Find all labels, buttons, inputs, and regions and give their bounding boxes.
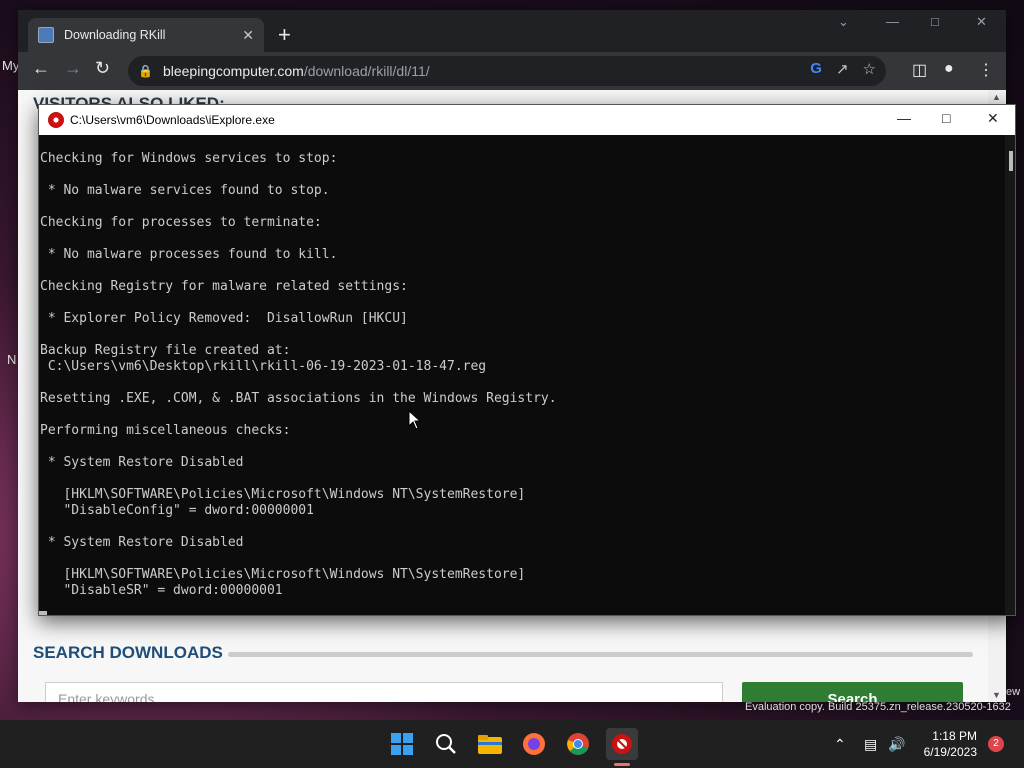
console-line: Resetting .EXE, .COM, & .BAT association…: [40, 391, 557, 406]
tray-chevron-up-icon[interactable]: ⌃: [834, 736, 846, 753]
bookmark-star-icon[interactable]: ☆: [863, 60, 876, 78]
search-icon[interactable]: [430, 728, 462, 760]
clock-time: 1:18 PM: [932, 729, 977, 743]
console-window: C:\Users\vm6\Downloads\iExplore.exe — □ …: [38, 104, 1016, 616]
console-line: Checking for processes to terminate:: [40, 215, 322, 230]
browser-toolbar: ← → ↻ 🔒 bleepingcomputer.com /download/r…: [18, 52, 1006, 90]
console-maximize-button[interactable]: □: [942, 110, 950, 126]
forward-arrow-icon[interactable]: →: [64, 58, 82, 79]
network-icon[interactable]: ▤: [864, 736, 877, 753]
close-button[interactable]: ✕: [976, 14, 987, 30]
file-explorer-icon[interactable]: [474, 728, 506, 760]
console-title: C:\Users\vm6\Downloads\iExplore.exe: [70, 113, 275, 127]
url-path: /download/rkill/dl/11/: [303, 63, 430, 79]
mouse-cursor-icon: [408, 410, 422, 430]
console-scrollbar[interactable]: [1005, 135, 1015, 615]
chrome-icon[interactable]: [562, 728, 594, 760]
console-line: * No malware processes found to kill.: [40, 247, 338, 262]
console-line: [HKLM\SOFTWARE\Policies\Microsoft\Window…: [40, 487, 526, 502]
lock-icon: 🔒: [138, 64, 153, 78]
evaluation-watermark: Evaluation copy. Build 25375.zn_release.…: [745, 701, 1011, 713]
tab-strip: Downloading RKill ✕ + ⌄ — □ ✕: [18, 10, 1006, 52]
console-line: "DisableConfig" = dword:00000001: [40, 503, 314, 518]
profile-icon[interactable]: ●: [944, 60, 954, 78]
menu-kebab-icon[interactable]: ⋮: [978, 60, 994, 80]
active-app-indicator: [614, 763, 630, 766]
console-line: "DisableSR" = dword:00000001: [40, 583, 283, 598]
console-scroll-thumb[interactable]: [1009, 151, 1013, 171]
google-icon[interactable]: G: [810, 60, 822, 78]
tab-downloading-rkill[interactable]: Downloading RKill ✕: [28, 18, 264, 52]
console-close-button[interactable]: ✕: [987, 110, 999, 127]
console-title-bar[interactable]: C:\Users\vm6\Downloads\iExplore.exe — □ …: [39, 105, 1015, 135]
maximize-button[interactable]: □: [931, 14, 939, 29]
desktop-label-ew: ew: [1006, 686, 1021, 698]
console-line: * System Restore Disabled: [40, 455, 244, 470]
system-clock[interactable]: 1:18 PM 6/19/2023: [915, 728, 977, 760]
minimize-button[interactable]: —: [886, 14, 899, 29]
omnibox-icons: G ↗ ☆: [810, 60, 886, 78]
back-arrow-icon[interactable]: ←: [32, 58, 50, 79]
console-line: * System Restore Disabled: [40, 535, 244, 550]
firefox-icon[interactable]: [518, 728, 550, 760]
console-line: * Explorer Policy Removed: DisallowRun […: [40, 311, 408, 326]
scroll-up-icon[interactable]: ▲: [992, 92, 1001, 102]
keyword-search-input[interactable]: Enter keywords: [45, 682, 723, 702]
console-minimize-button[interactable]: —: [897, 110, 911, 126]
tab-search-chevron-icon[interactable]: ⌄: [838, 14, 849, 30]
console-line: Checking Registry for malware related se…: [40, 279, 408, 294]
console-line: * No malware services found to stop.: [40, 183, 330, 198]
share-icon[interactable]: ↗: [836, 60, 849, 78]
side-panel-icon[interactable]: ◫: [912, 60, 927, 80]
console-line: Checking for Windows services to stop:: [40, 151, 338, 166]
console-line: C:\Users\vm6\Desktop\rkill\rkill-06-19-2…: [40, 359, 487, 374]
console-line: Performing miscellaneous checks:: [40, 423, 291, 438]
desktop-label-my: My: [2, 58, 20, 73]
notification-badge[interactable]: 2: [988, 736, 1004, 752]
new-tab-button[interactable]: +: [278, 21, 291, 49]
console-line: Backup Registry file created at:: [40, 343, 291, 358]
console-hscroll-thumb[interactable]: [39, 611, 47, 615]
search-downloads-heading: SEARCH DOWNLOADS: [33, 643, 223, 662]
site-favicon-icon: [38, 27, 54, 43]
console-output: Checking for Windows services to stop: *…: [39, 135, 1005, 615]
url-host: bleepingcomputer.com: [162, 63, 304, 79]
start-windows-icon[interactable]: [386, 728, 418, 760]
scroll-down-icon[interactable]: ▼: [992, 690, 1001, 700]
rkill-taskbar-icon[interactable]: [606, 728, 638, 760]
tab-close-icon[interactable]: ✕: [242, 27, 254, 44]
desktop-label-n: N: [7, 352, 17, 367]
rkill-app-icon: [48, 112, 64, 128]
volume-icon[interactable]: 🔊: [888, 736, 905, 753]
taskbar: ⌃ ▤ 🔊 1:18 PM 6/19/2023: [0, 720, 1024, 768]
clock-date: 6/19/2023: [923, 745, 977, 759]
search-button[interactable]: Search: [742, 682, 963, 702]
reload-icon[interactable]: ↻: [95, 58, 110, 79]
tab-title: Downloading RKill: [64, 28, 166, 42]
heading-divider: [228, 652, 973, 657]
address-bar[interactable]: 🔒 bleepingcomputer.com /download/rkill/d…: [128, 56, 886, 86]
console-line: [HKLM\SOFTWARE\Policies\Microsoft\Window…: [40, 567, 526, 582]
